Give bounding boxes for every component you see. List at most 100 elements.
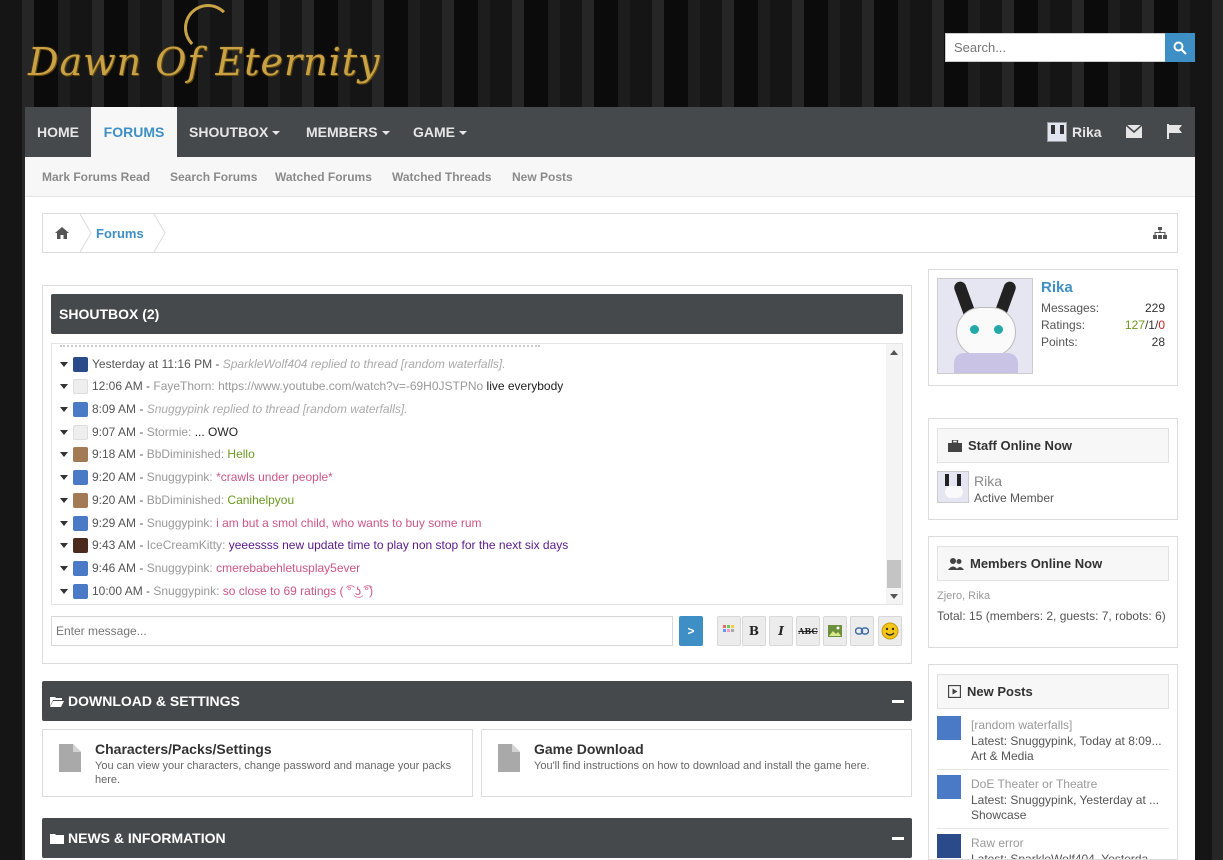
nav-members[interactable]: MEMBERS [306,107,390,157]
nav-home[interactable]: HOME [37,107,79,157]
shout-link[interactable]: https://www.youtube.com/watch?v=-69H0JST… [218,379,483,393]
shout-menu-icon[interactable] [60,429,68,435]
subnav-mark-forums-read[interactable]: Mark Forums Read [42,170,150,184]
forum-node-title[interactable]: Game Download [534,741,644,757]
shout-menu-icon[interactable] [60,542,68,548]
strikethrough-button[interactable]: ABC [796,616,820,646]
new-post-title[interactable]: [random waterfalls] [971,718,1072,732]
nav-user-menu[interactable]: Rika [1047,107,1102,157]
flag-icon[interactable] [1167,124,1183,142]
shout-user[interactable]: Snuggypink [147,516,210,530]
smilies-button[interactable] [878,616,902,646]
avatar[interactable] [73,537,88,553]
scroll-down-icon[interactable] [890,594,898,599]
avatar[interactable] [73,583,88,599]
shout-separator: - [212,357,223,371]
insert-link-button[interactable] [850,616,874,646]
shout-user[interactable]: BbDiminished [147,493,221,507]
new-post-title[interactable]: DoE Theater or Theatre [971,777,1097,791]
shoutbox-clipped-line [60,343,880,347]
shout-separator: - [136,538,147,552]
new-post-forum[interactable]: Showcase [971,808,1026,822]
nav-user-name: Rika [1072,124,1102,140]
shout-menu-icon[interactable] [60,474,68,480]
shout-user[interactable]: Snuggypink [147,402,210,416]
shout-menu-icon[interactable] [60,406,68,412]
avatar[interactable] [937,471,969,503]
forum-node-game-download[interactable]: Game Download You'll find instructions o… [481,729,912,797]
shout-menu-icon[interactable] [60,497,68,503]
subnav-watched-forums[interactable]: Watched Forums [275,170,372,184]
download-settings-header[interactable]: DOWNLOAD & SETTINGS [42,681,912,721]
breadcrumb-home[interactable] [43,214,81,252]
forum-node-title[interactable]: Characters/Packs/Settings [95,741,272,757]
avatar[interactable] [73,515,88,531]
shout-separator: - [136,470,147,484]
new-post-title[interactable]: Raw error [971,836,1024,850]
avatar[interactable] [937,834,961,858]
profile-name[interactable]: Rika [1041,279,1073,296]
shout-menu-icon[interactable] [60,588,68,594]
color-grid-icon [723,625,734,632]
play-square-icon [948,685,961,698]
avatar[interactable] [73,356,88,372]
shout-message: 9:43 AM - IceCreamKitty: yeeessss new up… [60,536,568,554]
online-member-names[interactable]: Zjero, Rika [937,590,990,602]
avatar[interactable] [73,424,88,440]
breadcrumb-forums[interactable]: Forums [96,226,144,241]
shout-menu-icon[interactable] [60,451,68,457]
shoutbox-message-input[interactable] [51,616,673,646]
shout-menu-icon[interactable] [60,520,68,526]
shout-user[interactable]: BbDiminished [147,447,221,461]
italic-button[interactable]: I [769,616,793,646]
color-picker-button[interactable] [717,616,741,646]
profile-avatar[interactable] [937,278,1033,374]
search-button[interactable] [1165,33,1195,62]
shout-user[interactable]: Snuggypink [147,470,210,484]
shout-text[interactable]: [random waterfalls]. [401,357,506,371]
avatar[interactable] [73,401,88,417]
avatar[interactable] [73,492,88,508]
forum-node-characters[interactable]: Characters/Packs/Settings You can view y… [42,729,473,797]
nav-forums[interactable]: FORUMS [91,107,177,157]
shout-menu-icon[interactable] [60,361,68,367]
avatar[interactable] [73,378,88,394]
subnav-new-posts[interactable]: New Posts [512,170,573,184]
shout-user[interactable]: Snuggypink [153,584,216,598]
shout-text[interactable]: [random waterfalls]. [303,402,408,416]
shout-user[interactable]: IceCreamKitty [147,538,222,552]
sitemap-icon[interactable] [1153,227,1167,242]
shout-menu-icon[interactable] [60,565,68,571]
nav-shoutbox[interactable]: SHOUTBOX [189,107,281,157]
news-information-header[interactable]: NEWS & INFORMATION [42,818,912,858]
shout-user[interactable]: Stormie [147,425,188,439]
nav-game[interactable]: GAME [413,107,467,157]
search-input[interactable] [945,33,1166,62]
scroll-up-icon[interactable] [890,350,898,355]
avatar[interactable] [937,716,961,740]
site-logo[interactable]: Dawn Of Eternity [24,4,380,104]
staff-member-name[interactable]: Rika [974,473,1002,489]
insert-image-button[interactable] [823,616,847,646]
shoutbox-scrollbar[interactable] [886,344,902,604]
collapse-icon[interactable] [892,837,904,840]
shout-user[interactable]: Snuggypink [147,561,210,575]
avatar[interactable] [937,775,961,799]
avatar[interactable] [73,469,88,485]
avatar[interactable] [73,560,88,576]
new-post-forum[interactable]: Art & Media [971,749,1034,763]
new-posts-panel: New Posts [random waterfalls] Latest: Sn… [928,664,1178,860]
envelope-icon[interactable] [1125,124,1143,141]
shoutbox-send-button[interactable]: > [679,616,703,646]
bold-button[interactable]: B [742,616,766,646]
shout-user[interactable]: SparkleWolf404 [223,357,308,371]
scrollbar-thumb[interactable] [887,560,901,588]
chevron-down-icon [381,131,390,136]
shout-user[interactable]: FayeThorn [153,379,211,393]
ratings-values[interactable]: 127/1/0 [1125,318,1165,332]
subnav-search-forums[interactable]: Search Forums [170,170,257,184]
avatar[interactable] [73,446,88,462]
shout-menu-icon[interactable] [60,383,68,389]
subnav-watched-threads[interactable]: Watched Threads [392,170,492,184]
collapse-icon[interactable] [892,700,904,703]
